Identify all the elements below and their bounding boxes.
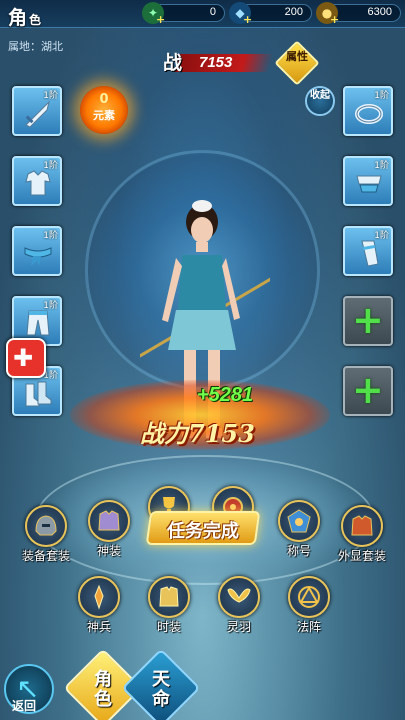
- divine-armor-icon: [98, 510, 120, 531]
- fashion-button[interactable]: 时装: [140, 576, 196, 644]
- belt-icon: [24, 247, 52, 266]
- attributes-button-label: 属性: [286, 50, 308, 63]
- pants-icon: [26, 310, 50, 336]
- gamepad-overlay-icon[interactable]: ✚: [6, 338, 46, 378]
- magic-circle-icon: [298, 585, 320, 608]
- combat-power-text: 战力7153: [140, 419, 255, 448]
- spirit-wings-button[interactable]: 灵羽: [210, 576, 266, 644]
- divine-weapon-button[interactable]: 神兵: [70, 576, 126, 644]
- costume-icon: [351, 515, 373, 536]
- page-title: 角色: [8, 7, 42, 29]
- divine-weapon-icon: [94, 584, 104, 610]
- bracer-icon: [361, 240, 379, 267]
- equipment-set-button[interactable]: 装备套装: [17, 505, 73, 573]
- add-icon: +: [352, 298, 384, 342]
- add-jade-icon[interactable]: +: [156, 13, 165, 26]
- element-orb[interactable]: 0 元素: [80, 86, 128, 134]
- collapse-button[interactable]: 收起: [305, 86, 335, 116]
- gold-counter[interactable]: ● + 6300: [316, 2, 401, 26]
- tab-role-label: 角色: [94, 669, 112, 710]
- equip-slot-ring[interactable]: 1阶: [343, 86, 393, 136]
- equip-slot-belt[interactable]: 1阶: [12, 226, 62, 276]
- ring-icon: [355, 104, 383, 124]
- sword-icon: [25, 100, 50, 128]
- equip-slot-bracer[interactable]: 1阶: [343, 226, 393, 276]
- power-indicator: 战 7153: [163, 48, 274, 74]
- boots-icon: [25, 381, 52, 407]
- equip-slot-empty-1[interactable]: +: [343, 296, 393, 346]
- task-complete-text: 任务完成: [167, 521, 239, 542]
- magic-circle-button[interactable]: 法阵: [280, 576, 336, 644]
- fashion-icon: [159, 586, 179, 607]
- add-diamond-icon[interactable]: +: [243, 13, 252, 26]
- costume-set-button[interactable]: 外显套装: [333, 505, 389, 573]
- helmet-icon: [35, 515, 57, 536]
- attributes-button[interactable]: [274, 40, 320, 86]
- jade-counter[interactable]: ✦ + 0: [142, 2, 225, 26]
- armor-icon: [25, 170, 51, 196]
- diamond-counter[interactable]: ◆ + 200: [229, 2, 312, 26]
- top-bar: 角色 ✦ + 0 ◆ + 200 ● + 6300: [0, 0, 405, 29]
- add-icon: +: [352, 368, 384, 412]
- power-increase-text: +5281: [197, 384, 254, 406]
- equip-slot-weapon[interactable]: 1阶: [12, 86, 62, 136]
- back-button[interactable]: ↖ 返回: [4, 664, 54, 714]
- equip-slot-empty-2[interactable]: +: [343, 366, 393, 416]
- divine-armor-button[interactable]: 神装: [80, 500, 136, 568]
- add-gold-icon[interactable]: +: [330, 13, 339, 26]
- wings-icon: [227, 588, 251, 603]
- tab-fate-label: 天命: [152, 669, 170, 710]
- location-label: 属地：湖北: [8, 41, 63, 53]
- title-badge-icon: [287, 509, 311, 533]
- equip-slot-necklace[interactable]: 1阶: [343, 156, 393, 206]
- title-button[interactable]: 称号: [270, 500, 326, 568]
- equip-slot-armor[interactable]: 1阶: [12, 156, 62, 206]
- necklace-icon: [356, 175, 382, 193]
